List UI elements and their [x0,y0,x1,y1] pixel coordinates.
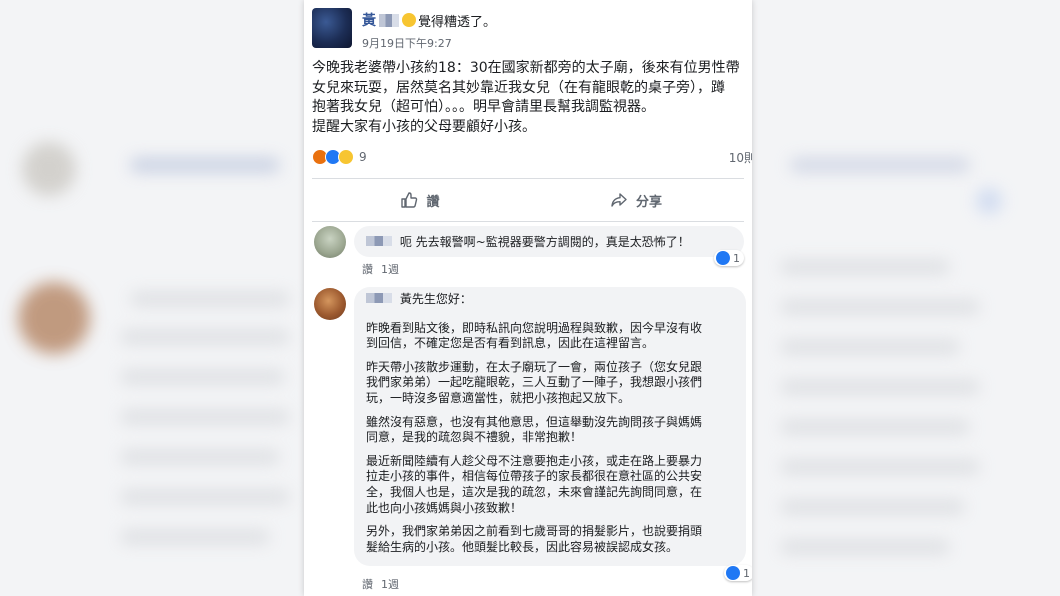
comment-paragraph: 昨晚看到貼文後，即時私訊向您說明過程與致歉，因今早沒有收 到回信，不確定您是否有… [366,321,734,352]
comment-paragraph: 最近新聞陸續有人趁父母不注意要抱走小孩，或走在路上要暴力 拉走小孩的事件，相信每… [366,454,734,516]
facebook-post-card: 黃 覺得糟透了。 9月19日下午9:27 今晚我老婆帶小孩約18：30在國家新都… [304,0,752,596]
comment-like-badge[interactable]: 1 [714,250,744,266]
censored-name-pixels [379,13,399,27]
commenter-name-censored[interactable] [366,292,392,306]
comment-greeting: 黃先生您好： [399,292,472,306]
comment-time[interactable]: 1週 [381,263,399,276]
comment-line: 拉走小孩的事件，相信每位帶孩子的家長都很在意社區的公共安 [366,469,703,484]
comment-line: 同意，是我的疏忽與不禮貌，非常抱歉！ [366,430,583,445]
share-button[interactable]: 分享 [528,179,744,221]
post-body-line: 提醒大家有小孩的父母要顧好小孩。 [312,118,536,135]
share-arrow-icon [611,193,627,207]
reaction-summary[interactable]: 9 [312,149,367,165]
thumbs-up-icon [401,192,418,208]
post-body-line: 女兒來玩耍，居然莫名其妙靠近我女兒（在有龍眼乾的桌子旁），蹲 [312,79,725,96]
comment-line: 此也向小孩媽媽與小孩致歉！ [366,500,523,515]
like-reaction-icon [726,566,740,580]
comment-like-badge[interactable]: 1 [724,565,752,581]
comment-line: 玩，一時沒多留意適當性，就把小孩抱起又放下。 [366,390,631,405]
post-header: 黃 覺得糟透了。 9月19日下午9:27 [312,8,496,51]
comment-line: 全，我個人也是，這次是我的疏忽，未來會謹記先詢問同意，在 [366,484,703,499]
post-action-bar: 讚 分享 [312,178,744,222]
comment-line: 昨天帶小孩散步運動，在太子廟玩了一會，兩位孩子（您女兒跟 [366,359,703,374]
feeling-text: 覺得糟透了。 [418,14,497,30]
comment-like-count: 1 [743,566,750,580]
post-body: 今晚我老婆帶小孩約18：30在國家新都旁的太子廟，後來有位男性帶 女兒來玩耍，居… [312,59,752,137]
comment-meta: 讚 1週 [362,261,407,277]
comment-count[interactable]: 10則 [729,149,752,166]
post-body-line: 抱著我女兒（超可怕）。。。明早會請里長幫我調監視器。 [312,99,655,115]
comment-like-count: 1 [733,251,740,265]
like-button[interactable]: 讚 [312,179,528,221]
comment-like-link[interactable]: 讚 [362,578,373,591]
share-button-label: 分享 [635,194,662,210]
comment-text: 呃 先去報警啊~監視器要警方調閱的，真是太恐怖了！ [399,235,690,249]
comment-like-link[interactable]: 讚 [362,263,373,276]
author-avatar[interactable] [312,8,352,48]
like-reaction-icon [716,251,730,265]
comment-bubble: 黃先生您好： 昨晚看到貼文後，即時私訊向您說明過程與致歉，因今早沒有收 到回信，… [354,287,746,566]
comment-paragraph: 另外，我們家弟弟因之前看到七歲哥哥的捐髮影片，也說要捐頭 髮給生病的小孩。他頭髮… [366,524,734,555]
comment-line: 另外，我們家弟弟因之前看到七歲哥哥的捐髮影片，也說要捐頭 [366,524,703,539]
commenter-avatar[interactable] [314,288,346,320]
comment-meta: 讚 1週 [362,576,407,592]
comment-paragraph: 昨天帶小孩散步運動，在太子廟玩了一會，兩位孩子（您女兒跟 我們家弟弟）一起吃龍眼… [366,360,734,407]
reaction-count: 9 [359,150,367,164]
comment-line: 最近新聞陸續有人趁父母不注意要抱走小孩，或走在路上要暴力 [366,453,703,468]
like-button-label: 讚 [426,194,440,210]
author-name[interactable]: 黃 [362,10,376,30]
comment-line: 雖然沒有惡意，也沒有其他意思，但這舉動沒先詢問孩子與媽媽 [366,414,703,429]
post-body-line: 今晚我老婆帶小孩約18：30在國家新都旁的太子廟，後來有位男性帶 [312,60,740,76]
comment-line: 我們家弟弟）一起吃龍眼乾，三人互動了一陣子，我想跟小孩們 [366,375,703,390]
comment-paragraph: 雖然沒有惡意，也沒有其他意思，但這舉動沒先詢問孩子與媽媽 同意，是我的疏忽與不禮… [366,415,734,446]
comment-time[interactable]: 1週 [381,578,399,591]
comment-bubble: 呃 先去報警啊~監視器要警方調閱的，真是太恐怖了！ [354,226,744,257]
comment-line: 昨晚看到貼文後，即時私訊向您說明過程與致歉，因今早沒有收 [366,320,703,335]
commenter-name-censored[interactable] [366,235,392,249]
post-timestamp[interactable]: 9月19日下午9:27 [362,35,496,51]
comment-line: 到回信，不確定您是否有看到訊息，因此在這裡留言。 [366,336,655,351]
feeling-emoji-icon [402,13,416,27]
comment-line: 髮給生病的小孩。他頭髮比較長，因此容易被誤認成女孩。 [366,539,679,554]
commenter-avatar[interactable] [314,226,346,258]
wow-reaction-icon [338,149,354,165]
